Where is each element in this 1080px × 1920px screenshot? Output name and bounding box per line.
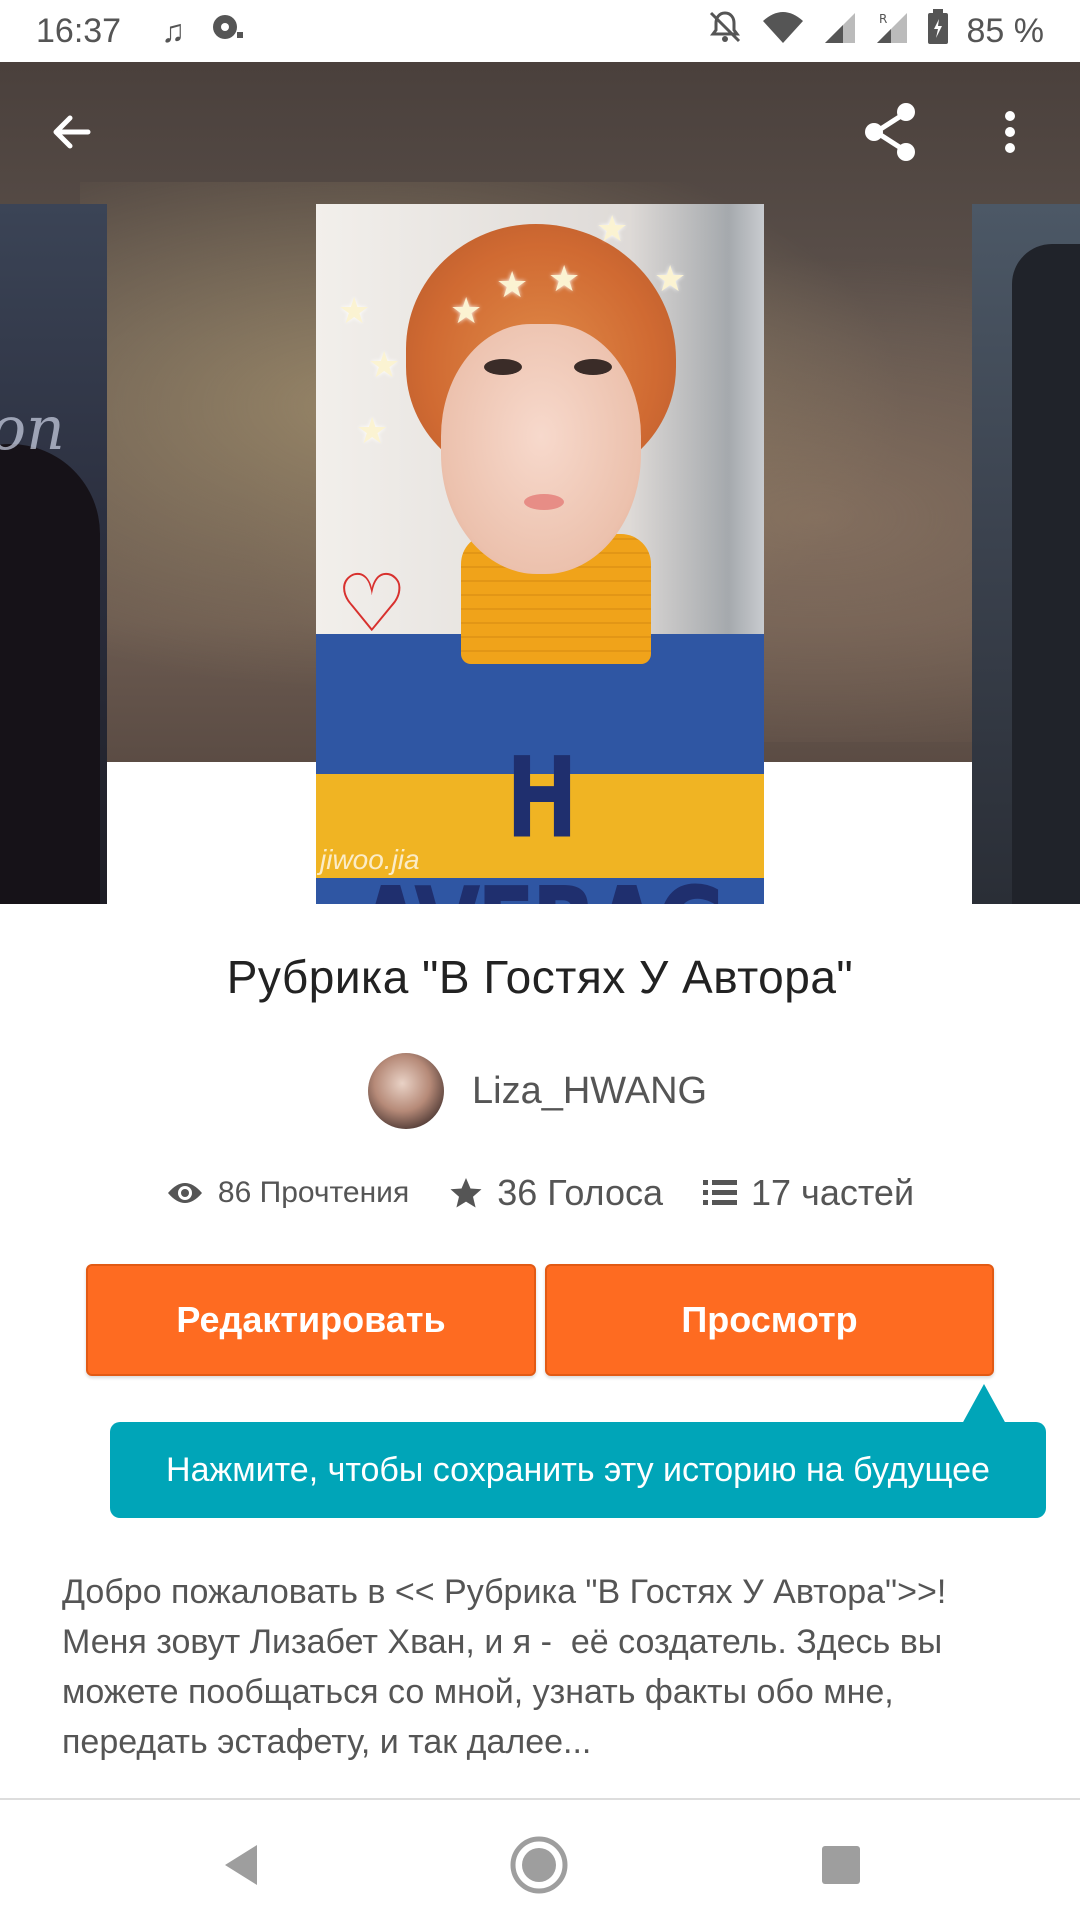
author-name[interactable]: Liza_HWANG — [472, 1070, 707, 1113]
star-sticker-icon: ★ — [450, 290, 483, 331]
nav-back-button[interactable] — [206, 1830, 276, 1900]
nav-recents-button[interactable] — [806, 1830, 876, 1900]
heart-doodle-icon: ♡ — [336, 559, 408, 648]
tooltip-text: Нажмите, чтобы сохранить эту историю на … — [166, 1450, 990, 1489]
parts-stat[interactable]: 17 частей — [703, 1172, 914, 1214]
star-icon — [449, 1176, 483, 1210]
star-sticker-icon: ★ — [338, 290, 371, 331]
wifi-icon — [761, 9, 805, 54]
author-avatar[interactable] — [368, 1053, 444, 1129]
more-vertical-icon — [1005, 111, 1015, 153]
parts-count[interactable]: 17 частей — [751, 1172, 914, 1214]
story-description: Добро пожаловать в << Рубрика "В Гостях … — [62, 1573, 947, 1761]
view-button[interactable]: Просмотр — [545, 1264, 994, 1376]
cover-sweater-text: H AVERAG — [357, 734, 726, 904]
share-icon — [865, 103, 915, 161]
star-sticker-icon: ★ — [356, 410, 389, 451]
eye-icon — [166, 1179, 204, 1207]
dnd-bell-off-icon — [707, 9, 743, 54]
system-navigation-bar — [0, 1800, 1080, 1920]
edit-button[interactable]: Редактировать — [86, 1264, 536, 1376]
battery-icon — [927, 8, 949, 54]
status-time: 16:37 — [36, 11, 122, 50]
battery-percentage: 85 % — [966, 11, 1045, 50]
author-link[interactable]: Liza_HWANG — [368, 1053, 707, 1129]
back-button[interactable] — [36, 96, 108, 168]
square-recents-icon — [822, 1846, 860, 1884]
story-cover-image[interactable]: H AVERAG ♡ ★ ★ ★ ★ ★ ★ ★ ★ jiwoo.jia — [316, 204, 764, 904]
signal-icon — [823, 9, 857, 54]
next-story-cover[interactable] — [972, 204, 1080, 904]
reads-stat: 86 Прочтения — [166, 1176, 409, 1210]
music-note-icon: ♫ — [161, 12, 186, 49]
media-icon — [211, 12, 245, 50]
signal-roaming-icon: R — [875, 9, 909, 54]
star-sticker-icon: ★ — [368, 344, 401, 385]
cover-watermark: jiwoo.jia — [320, 844, 420, 875]
svg-text:R: R — [879, 12, 887, 26]
star-sticker-icon: ★ — [496, 264, 529, 305]
star-sticker-icon: ★ — [654, 258, 687, 299]
triangle-back-icon — [225, 1845, 257, 1885]
list-icon — [703, 1179, 738, 1207]
votes-count: 36 Голоса — [497, 1172, 664, 1213]
reads-count: 86 Прочтения — [217, 1176, 410, 1209]
previous-story-cover[interactable]: on — [0, 204, 107, 904]
votes-stat: 36 Голоса — [449, 1172, 663, 1214]
circle-home-icon — [510, 1836, 568, 1894]
star-sticker-icon: ★ — [548, 258, 581, 299]
tooltip-arrow — [962, 1384, 1006, 1424]
status-bar: 16:37 ♫ R 85 % — [0, 0, 1080, 62]
star-sticker-icon: ★ — [596, 208, 629, 249]
story-title: Рубрика "В Гостях У Автора" — [226, 951, 854, 1003]
more-options-button[interactable] — [980, 96, 1040, 168]
save-story-tooltip[interactable]: Нажмите, чтобы сохранить эту историю на … — [110, 1422, 1046, 1518]
nav-home-button[interactable] — [504, 1830, 574, 1900]
share-button[interactable] — [850, 96, 930, 168]
arrow-left-icon — [53, 115, 91, 149]
story-stats: 86 Прочтения 36 Голоса 17 частей — [0, 1172, 1080, 1214]
